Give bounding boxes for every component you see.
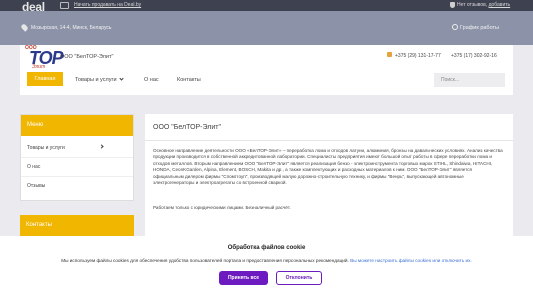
search-input[interactable] (434, 73, 505, 87)
description-text: Основное направление деятельности ООО «Б… (153, 148, 503, 186)
company-name: ООО "БелТОР-Элит" (60, 54, 114, 60)
cookie-description: Мы используем файлы cookies для обеспече… (61, 258, 349, 263)
sidebar-menu: Меню Товары и услуги О нас Отзывы (20, 114, 134, 201)
accept-all-button[interactable]: Принять все (219, 271, 268, 285)
phone-icon (387, 52, 392, 57)
nav-home[interactable]: Главная (27, 72, 63, 86)
sidebar-item-about[interactable]: О нас (27, 164, 40, 170)
nav-products-label: Товары и услуги (75, 77, 117, 83)
logo-bottom-text: Элит (32, 64, 46, 70)
phone-1[interactable]: +375 (29) 131-17-77 (395, 53, 441, 59)
payment-note: Работаем только с юридическими лицами. Б… (153, 205, 291, 210)
reviews-prefix: Нет отзывов, (457, 2, 488, 8)
contacts-title: Контакты (26, 222, 52, 228)
cookie-settings-link[interactable]: Вы можете настроить файлы cookies или от… (350, 258, 472, 263)
clock-icon (452, 24, 458, 30)
chevron-down-icon (118, 76, 124, 81)
phone-2[interactable]: +375 (17) 302-92-16 (451, 53, 497, 59)
sell-link[interactable]: Начать продавать на Deal.by (74, 2, 141, 8)
company-logo[interactable]: ООО TOP Элит (25, 45, 64, 70)
sidebar-item-reviews[interactable]: Отзывы (27, 183, 45, 189)
address: Мозырская, 14-4, Минск, Беларусь (31, 25, 112, 31)
page-title: ООО "БелТОР-Элит" (153, 124, 221, 131)
sidebar-item-products[interactable]: Товары и услуги (27, 145, 65, 151)
sidebar-title: Меню (27, 122, 44, 128)
shield-icon (450, 2, 455, 8)
sidebar-header: Меню (21, 115, 133, 136)
divider (21, 157, 133, 158)
cookie-title: Обработка файлов cookie (227, 245, 306, 251)
nav-contacts[interactable]: Контакты (177, 77, 201, 83)
add-review-link[interactable]: добавить (489, 2, 511, 8)
divider (145, 140, 513, 141)
decline-button[interactable]: Отклонить (276, 271, 322, 285)
contacts-header: Контакты (20, 215, 134, 237)
reviews-info: Нет отзывов, добавить (457, 2, 510, 8)
cookie-text: Мы используем файлы cookies для обеспече… (0, 258, 533, 263)
divider (21, 176, 133, 177)
nav-products[interactable]: Товары и услуги (75, 76, 124, 83)
deal-badge-icon (60, 2, 69, 9)
schedule-link[interactable]: График работы (460, 25, 499, 31)
nav-about[interactable]: О нас (144, 77, 159, 83)
